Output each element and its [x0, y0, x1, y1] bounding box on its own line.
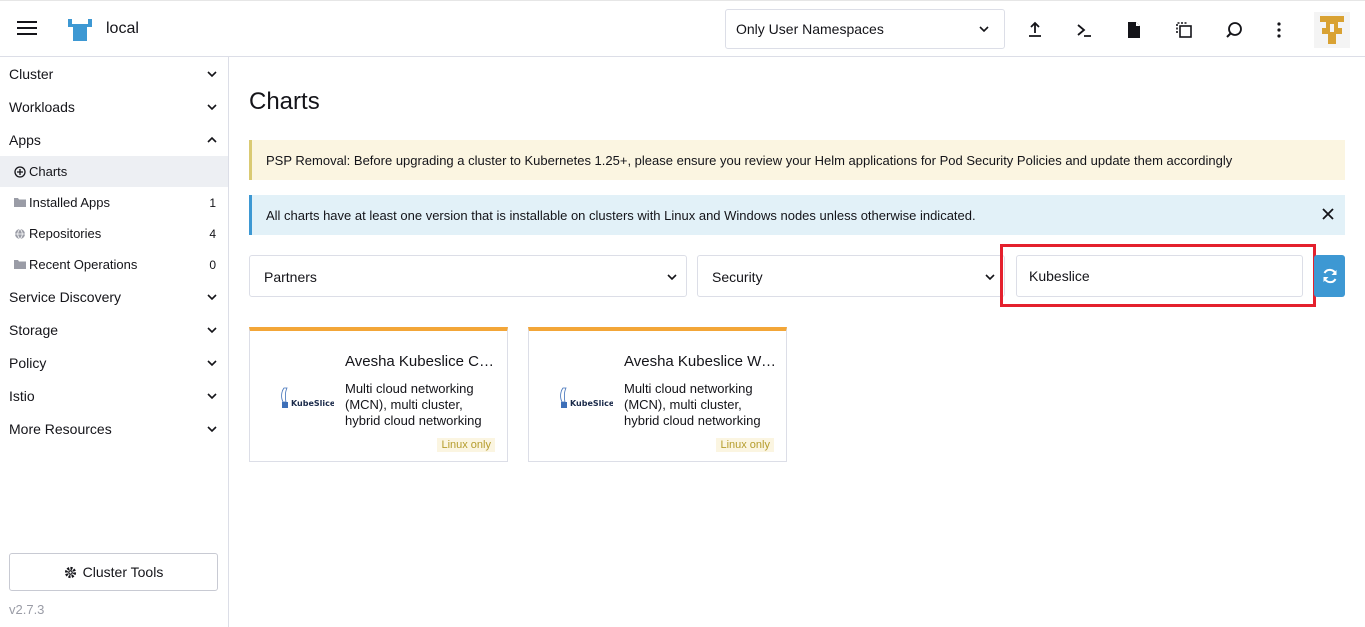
nav-group-label: Storage [9, 322, 59, 338]
sidebar-item-installed-apps[interactable]: Installed Apps 1 [0, 187, 228, 218]
chart-card-description: Multi cloud networking (MCN), multi clus… [345, 381, 482, 428]
namespace-filter-select[interactable]: Only User Namespaces [725, 9, 1005, 49]
sidebar-item-label: Recent Operations [29, 257, 138, 272]
nav-group-istio[interactable]: Istio [0, 379, 228, 412]
import-yaml-icon[interactable] [1023, 18, 1047, 42]
chevron-down-icon [206, 389, 218, 405]
category-filter-value: Security [712, 269, 763, 285]
kubeslice-logo: KubeSlice [555, 386, 615, 414]
user-avatar[interactable] [1314, 12, 1350, 48]
nav-group-label: Istio [9, 388, 35, 404]
chevron-down-icon [206, 67, 218, 83]
folder-icon [14, 197, 26, 208]
version-label[interactable]: v2.7.3 [9, 602, 44, 617]
nav-group-label: More Resources [9, 421, 112, 437]
sidebar-item-charts[interactable]: Charts [0, 156, 228, 187]
category-filter-select[interactable]: Security [697, 255, 1005, 297]
kubectl-shell-icon[interactable] [1072, 18, 1096, 42]
psp-warning-banner: PSP Removal: Before upgrading a cluster … [249, 140, 1345, 180]
search-icon[interactable] [1222, 18, 1246, 42]
menu-icon[interactable] [17, 21, 37, 37]
sidebar-item-recent-operations[interactable]: Recent Operations 0 [0, 249, 228, 280]
nav-group-label: Service Discovery [9, 289, 122, 305]
nav-group-label: Apps [9, 132, 41, 148]
cluster-name[interactable]: local [106, 20, 139, 38]
nav-group-cluster[interactable]: Cluster [0, 57, 228, 90]
item-count: 4 [209, 227, 216, 241]
chevron-down-icon [978, 22, 990, 38]
nav-group-workloads[interactable]: Workloads [0, 90, 228, 123]
more-options-icon[interactable] [1267, 18, 1291, 42]
warning-banner-text: PSP Removal: Before upgrading a cluster … [266, 152, 1233, 168]
sidebar-item-label: Repositories [29, 226, 102, 241]
svg-text:KubeSlice: KubeSlice [570, 399, 613, 408]
nav-group-label: Cluster [9, 66, 54, 82]
nav-group-more-resources[interactable]: More Resources [0, 412, 228, 445]
cluster-tools-label: Cluster Tools [82, 564, 164, 580]
copy-kubeconfig-icon[interactable] [1172, 18, 1196, 42]
nav-group-policy[interactable]: Policy [0, 346, 228, 379]
close-icon[interactable] [1321, 207, 1335, 224]
chart-card[interactable]: KubeSlice Avesha Kubeslice Controller Mu… [249, 327, 508, 462]
item-count: 0 [209, 258, 216, 272]
nav-group-label: Workloads [9, 99, 75, 115]
chart-card-title: Avesha Kubeslice Controller [345, 353, 501, 370]
sidebar: Cluster Workloads Apps Charts Installed … [0, 57, 229, 627]
globe-icon [14, 228, 26, 240]
namespace-filter-value: Only User Namespaces [736, 21, 884, 37]
refresh-button[interactable] [1314, 255, 1345, 297]
nav-group-label: Policy [9, 355, 47, 371]
sidebar-item-repositories[interactable]: Repositories 4 [0, 218, 228, 249]
nav-group-service-discovery[interactable]: Service Discovery [0, 280, 228, 313]
folder-icon [14, 259, 26, 270]
gear-icon [64, 566, 76, 578]
refresh-icon [1323, 268, 1336, 284]
chart-search-input[interactable] [1016, 255, 1303, 297]
os-badge: Linux only [437, 438, 495, 452]
kubeslice-logo: KubeSlice [276, 386, 336, 414]
nav-group-apps[interactable]: Apps [0, 123, 228, 156]
repository-filter-value: Partners [264, 269, 317, 285]
add-circle-icon [14, 165, 26, 178]
chevron-down-icon [206, 100, 218, 116]
info-banner-text: All charts have at least one version tha… [266, 207, 976, 223]
svg-text:KubeSlice: KubeSlice [291, 399, 334, 408]
chevron-down-icon [206, 323, 218, 339]
repository-filter-select[interactable]: Partners [249, 255, 687, 297]
item-count: 1 [209, 196, 216, 210]
kubeconfig-download-icon[interactable] [1122, 18, 1146, 42]
sidebar-item-label: Installed Apps [29, 195, 110, 210]
chart-card-title: Avesha Kubeslice Worker [624, 353, 780, 370]
chevron-up-icon [206, 133, 218, 149]
os-badge: Linux only [716, 438, 774, 452]
nav-group-storage[interactable]: Storage [0, 313, 228, 346]
chevron-down-icon [206, 290, 218, 306]
page-title: Charts [249, 88, 320, 115]
sidebar-item-label: Charts [29, 164, 68, 179]
chevron-down-icon [206, 356, 218, 372]
info-banner: All charts have at least one version tha… [249, 195, 1345, 235]
chart-card[interactable]: KubeSlice Avesha Kubeslice Worker Multi … [528, 327, 787, 462]
chevron-down-icon [984, 270, 996, 286]
top-header: local Only User Namespaces [0, 0, 1365, 57]
cluster-tools-button[interactable]: Cluster Tools [9, 553, 218, 591]
chevron-down-icon [666, 270, 678, 286]
chevron-down-icon [206, 422, 218, 438]
chart-card-description: Multi cloud networking (MCN), multi clus… [624, 381, 761, 428]
rancher-cluster-logo-icon [66, 17, 94, 43]
